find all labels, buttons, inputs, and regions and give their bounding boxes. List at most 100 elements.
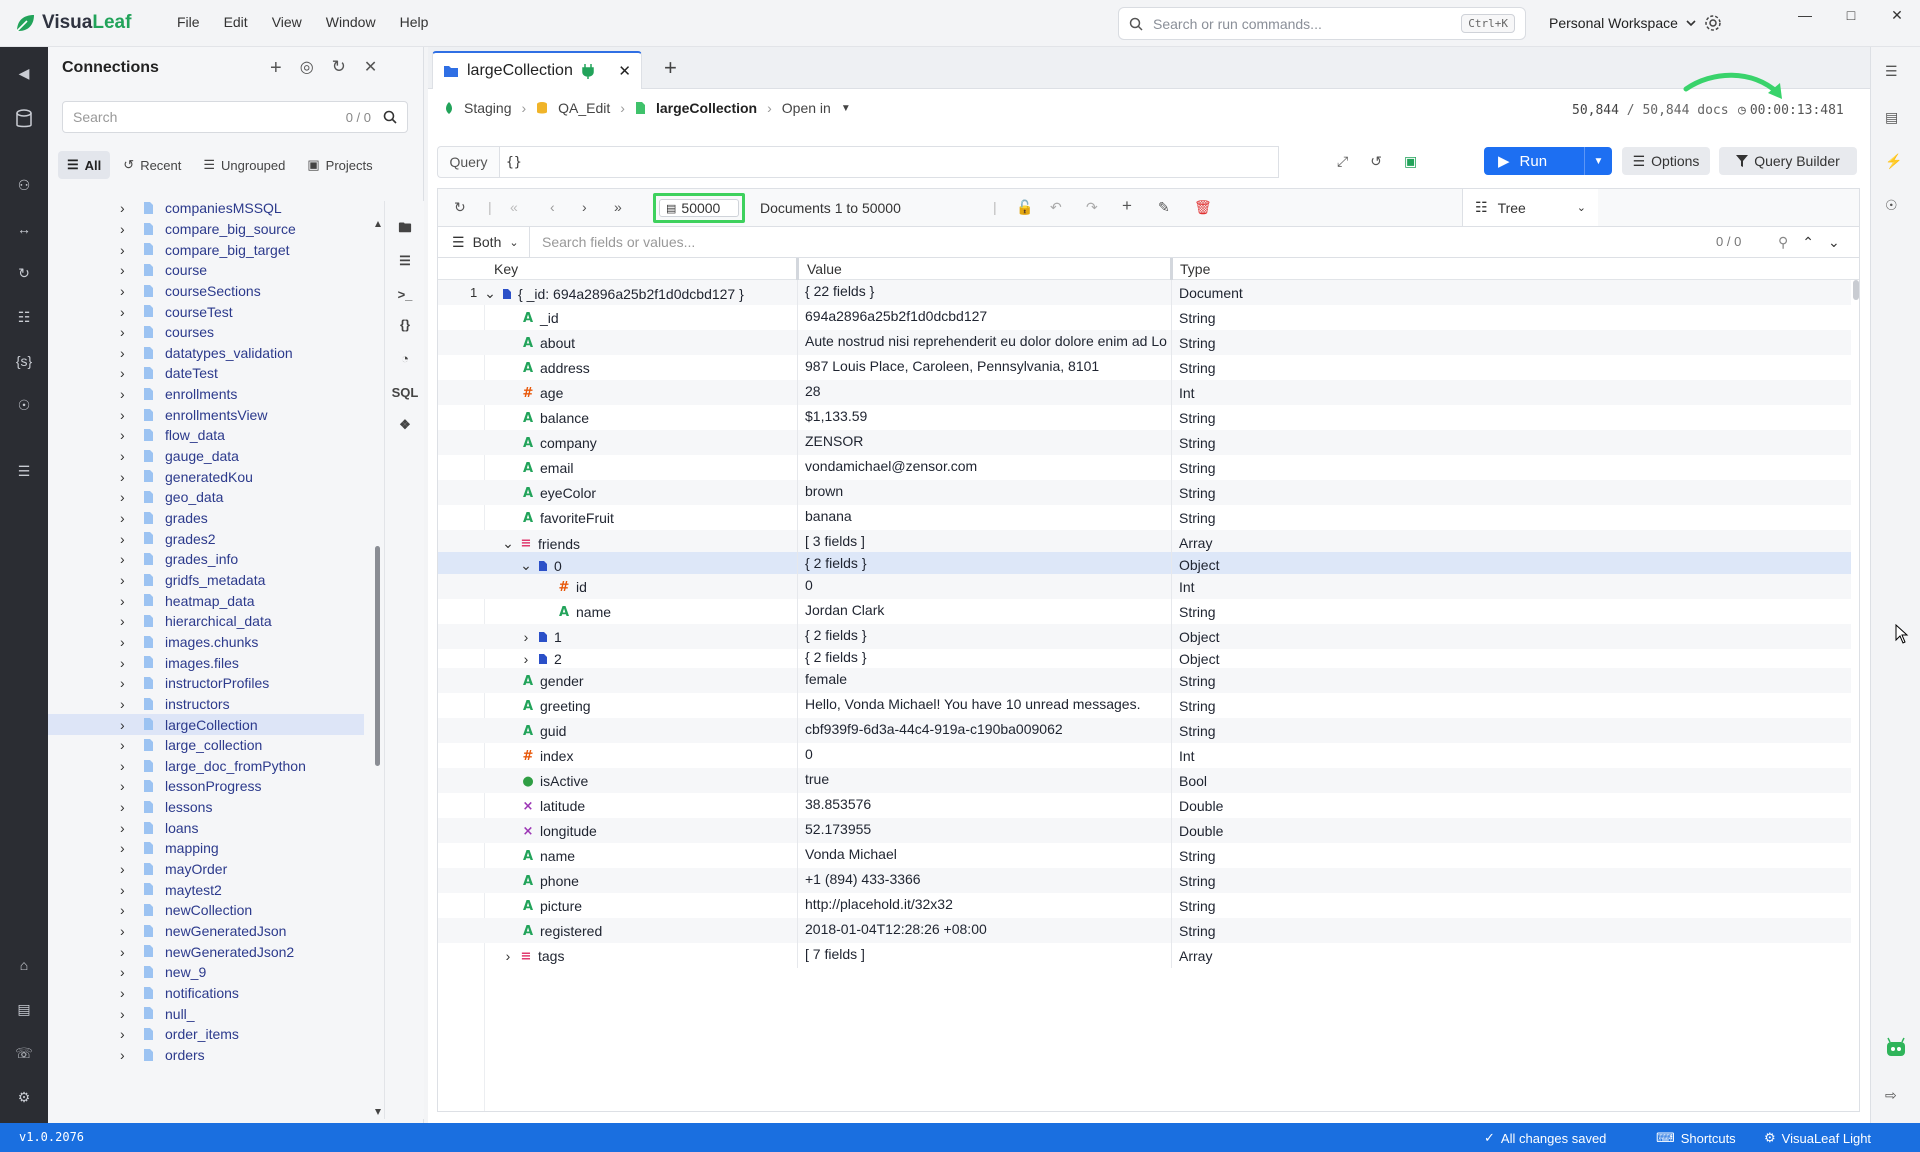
value-cell[interactable]: { 2 fields } [805,555,1167,571]
logout-icon[interactable]: ⇨ [1885,1087,1897,1104]
chevron-right-icon[interactable]: › [120,510,125,526]
chevron-down-icon[interactable]: ⌄ [502,535,514,552]
menu-view[interactable]: View [260,14,314,30]
tree-row[interactable]: Acompany ZENSOR String [438,430,1851,455]
value-cell[interactable]: { 22 fields } [805,283,1167,299]
collection-item[interactable]: › lessons [48,797,364,818]
tree-row[interactable]: Aphone +1 (894) 433-3366 String [438,868,1851,893]
options-button[interactable]: ☰ Options [1622,147,1710,175]
chevron-right-icon[interactable]: › [120,717,125,733]
chevron-right-icon[interactable]: › [120,427,125,443]
column-type[interactable]: Type [1180,261,1210,277]
collection-item[interactable]: › newGeneratedJson [48,921,364,942]
collection-item[interactable]: › datatypes_validation [48,343,364,364]
tree-row[interactable]: 1 ⌄ { _id: 694a2896a25b2f1d0dcbd127 } { 22 … [438,280,1851,305]
collection-item[interactable]: › geo_data [48,487,364,508]
collection-item[interactable]: › enrollments [48,384,364,405]
value-cell[interactable]: brown [805,483,1167,499]
chevron-right-icon[interactable]: › [120,531,125,547]
tree-row[interactable]: AeyeColor brown String [438,480,1851,505]
value-cell[interactable]: 28 [805,383,1167,399]
value-cell[interactable]: http://placehold.it/32x32 [805,896,1167,912]
tree-row[interactable]: Aaddress 987 Louis Place, Caroleen, Penns… [438,355,1851,380]
value-cell[interactable]: 2018-01-04T12:28:26 +08:00 [805,921,1167,937]
run-dropdown[interactable]: ▼ [1584,147,1612,175]
chevron-right-icon[interactable]: › [120,882,125,898]
tree-row[interactable]: × longitude 52.173955 Double [438,818,1851,843]
value-cell[interactable]: { 2 fields } [805,627,1167,643]
chevron-right-icon[interactable]: › [120,469,125,485]
chevron-right-icon[interactable]: › [120,964,125,980]
last-page-icon[interactable]: » [614,199,622,215]
chevron-right-icon[interactable]: › [120,634,125,650]
chevron-right-icon[interactable]: › [120,593,125,609]
breadcrumb-collection[interactable]: largeCollection [656,100,757,116]
collection-item[interactable]: › courseTest [48,301,364,322]
expand-icon[interactable]: ⤢ [1337,153,1348,170]
chevron-right-icon[interactable]: › [120,283,125,299]
minimize-icon[interactable]: — [1782,0,1828,30]
collection-item[interactable]: › gauge_data [48,446,364,467]
chevron-right-icon[interactable]: › [120,613,125,629]
chevron-right-icon[interactable]: › [120,840,125,856]
chevron-right-icon[interactable]: › [120,902,125,918]
tree-row[interactable]: Aemail vondamichael@zensor.com String [438,455,1851,480]
value-cell[interactable]: true [805,771,1167,787]
folder-icon[interactable]: 🖿 [385,219,425,241]
query-input[interactable]: {} [499,146,1279,178]
next-page-icon[interactable]: › [582,199,587,215]
unlock-icon[interactable]: 🔓 [1016,199,1033,216]
value-cell[interactable]: female [805,671,1167,687]
collection-item[interactable]: › compare_big_target [48,239,364,260]
collection-item[interactable]: › mayOrder [48,859,364,880]
collection-item[interactable]: › images.chunks [48,632,364,653]
collection-item[interactable]: › grades2 [48,528,364,549]
chevron-down-icon[interactable]: ⌄ [1828,234,1840,251]
chevron-right-icon[interactable]: › [120,1026,125,1042]
sync-icon[interactable]: ↻ [12,261,36,285]
first-page-icon[interactable]: « [510,199,518,215]
value-cell[interactable]: banana [805,508,1167,524]
script-icon[interactable]: {s} [12,349,36,373]
lightning-icon[interactable]: ⚡ [1885,153,1902,170]
column-key[interactable]: Key [494,261,518,277]
theme-button[interactable]: ⚙ VisuaLeaf Light [1764,1130,1871,1146]
tab-largecollection[interactable]: largeCollection ✕ [432,51,642,89]
support-icon[interactable]: ☏ [12,1041,36,1065]
chevron-right-icon[interactable]: › [120,737,125,753]
settings-icon[interactable]: ⚙ [12,1085,36,1109]
chevron-down-icon[interactable]: ⌄ [484,285,496,302]
collection-item[interactable]: › null_ [48,1003,364,1024]
chevron-right-icon[interactable]: › [520,651,532,667]
chevron-right-icon[interactable]: › [120,820,125,836]
undo-icon[interactable]: ↶ [1050,199,1062,216]
save-icon[interactable]: ▣ [1404,153,1417,170]
tree-row[interactable]: Aname Jordan Clark String [438,599,1851,624]
menu-window[interactable]: Window [314,14,388,30]
collection-item[interactable]: › images.files [48,652,364,673]
tree-row[interactable]: Aregistered 2018-01-04T12:28:26 +08:00 Str… [438,918,1851,943]
run-button[interactable]: ▶ Run ▼ [1484,147,1612,175]
collection-item[interactable]: › courseSections [48,281,364,302]
chevron-right-icon[interactable]: › [120,1047,125,1063]
value-cell[interactable]: [ 3 fields ] [805,533,1167,549]
chevron-right-icon[interactable]: › [120,696,125,712]
tree-row[interactable]: Agender female String [438,668,1851,693]
value-cell[interactable]: Aute nostrud nisi reprehenderit eu dolor… [805,333,1167,349]
value-cell[interactable]: vondamichael@zensor.com [805,458,1167,474]
tree-row[interactable]: ● isActive true Bool [438,768,1851,793]
value-cell[interactable]: 694a2896a25b2f1d0dcbd127 [805,308,1167,324]
collection-item[interactable]: › lessonProgress [48,776,364,797]
value-cell[interactable]: 0 [805,746,1167,762]
filter-all[interactable]: ☰ All [58,151,111,179]
chevron-right-icon[interactable]: › [120,262,125,278]
puzzle-icon[interactable]: ❖ [385,417,425,433]
close-panel-icon[interactable]: ✕ [364,57,377,80]
collection-item[interactable]: › large_collection [48,735,364,756]
query-builder-button[interactable]: Query Builder [1719,147,1857,175]
grid-scrollbar[interactable] [1853,280,1859,300]
value-cell[interactable]: cbf939f9-6d3a-44c4-919a-c190ba009062 [805,721,1167,737]
close-window-icon[interactable]: ✕ [1874,0,1920,30]
collection-item[interactable]: › largeCollection [48,714,364,735]
chevron-right-icon[interactable]: › [120,365,125,381]
